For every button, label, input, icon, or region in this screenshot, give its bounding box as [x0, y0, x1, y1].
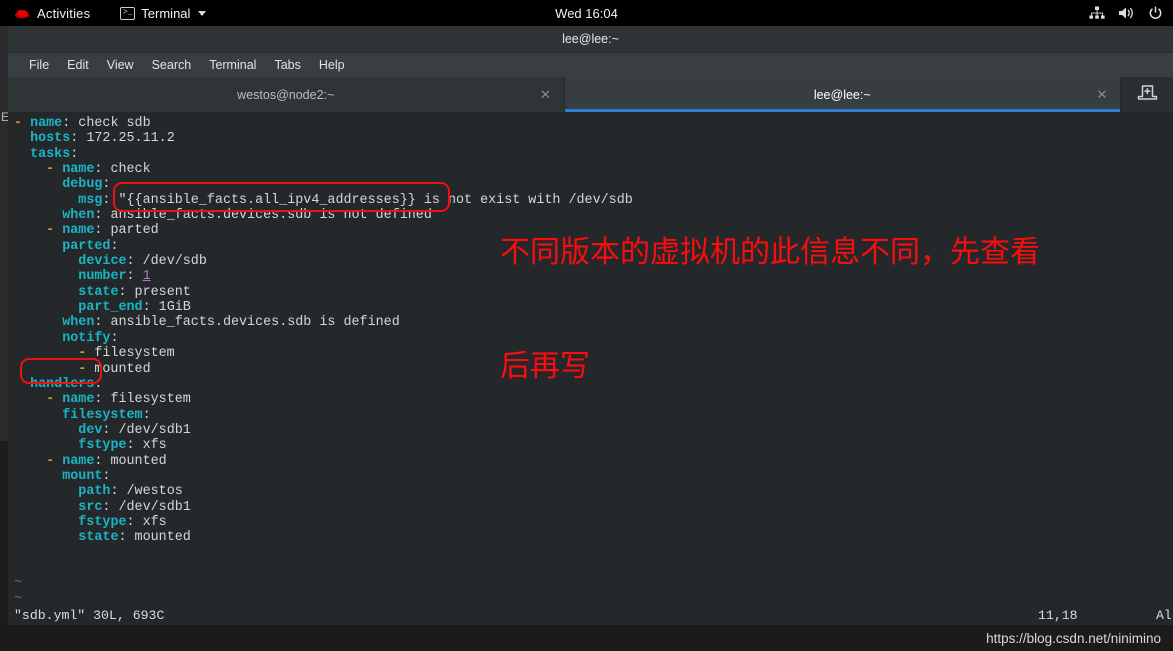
code-line: path: /westos: [78, 484, 183, 500]
code-line: fstype: xfs: [78, 438, 167, 454]
background-window-sliver-upper[interactable]: [0, 26, 8, 441]
close-icon[interactable]: ✕: [539, 88, 553, 102]
tab-label: lee@lee:~: [813, 87, 871, 102]
new-tab-icon: [1137, 83, 1158, 107]
volume-speaker-icon[interactable]: [1118, 6, 1135, 20]
menu-help[interactable]: Help: [310, 56, 354, 74]
menu-view[interactable]: View: [98, 56, 143, 74]
code-line: dev: /dev/sdb1: [78, 422, 191, 438]
status-file-info: "sdb.yml" 30L, 693C: [14, 608, 165, 623]
menu-file[interactable]: File: [20, 56, 58, 74]
clock[interactable]: Wed 16:04: [0, 6, 1173, 21]
code-line: src: /dev/sdb1: [78, 499, 191, 515]
window-titlebar[interactable]: lee@lee:~: [8, 26, 1173, 53]
system-tray: [1089, 6, 1163, 21]
menu-edit[interactable]: Edit: [58, 56, 98, 74]
menu-terminal[interactable]: Terminal: [200, 56, 265, 74]
status-cursor-pos: 11,18: [1038, 608, 1078, 623]
background-window-sliver-lower[interactable]: [0, 441, 8, 625]
tab-label: westos@node2:~: [237, 87, 335, 102]
gnome-top-bar: Activities >_ Terminal Wed 16:04: [0, 0, 1173, 26]
code-line: fstype: xfs: [78, 514, 167, 530]
watermark-bar: https://blog.csdn.net/ninimino: [0, 625, 1173, 651]
vim-status-line: "sdb.yml" 30L, 693C 11,18 Al: [8, 606, 1173, 625]
new-tab-button[interactable]: [1121, 77, 1173, 112]
code-line: hosts: 172.25.11.2: [30, 131, 175, 147]
code-line: ~: [14, 591, 23, 607]
annotation-line-1: 不同版本的虚拟机的此信息不同，先查看: [500, 235, 1040, 270]
menu-tabs[interactable]: Tabs: [265, 56, 309, 74]
close-icon[interactable]: ✕: [1095, 88, 1109, 102]
tab-lee-lee[interactable]: lee@lee:~ ✕: [564, 77, 1121, 112]
code-line: ~: [14, 576, 23, 592]
code-line: mount:: [62, 468, 111, 484]
code-line: - name: check sdb: [14, 116, 151, 131]
annotation-line-2: 后再写: [500, 349, 590, 384]
chinese-annotation-note: 不同版本的虚拟机的此信息不同，先查看 后再写: [500, 158, 1040, 424]
menu-search[interactable]: Search: [143, 56, 201, 74]
watermark-url: https://blog.csdn.net/ninimino: [986, 630, 1161, 646]
code-line: - name: mounted: [14, 453, 167, 469]
code-line: state: mounted: [78, 530, 191, 546]
window-title: lee@lee:~: [562, 32, 619, 46]
power-icon[interactable]: [1148, 6, 1163, 21]
network-wired-icon[interactable]: [1089, 6, 1105, 20]
tab-bar: westos@node2:~ ✕ lee@lee:~ ✕: [8, 77, 1173, 112]
status-scroll-pct: Al: [1156, 608, 1172, 623]
tab-westos-node2[interactable]: westos@node2:~ ✕: [8, 77, 565, 112]
menu-bar: File Edit View Search Terminal Tabs Help: [8, 53, 1173, 77]
